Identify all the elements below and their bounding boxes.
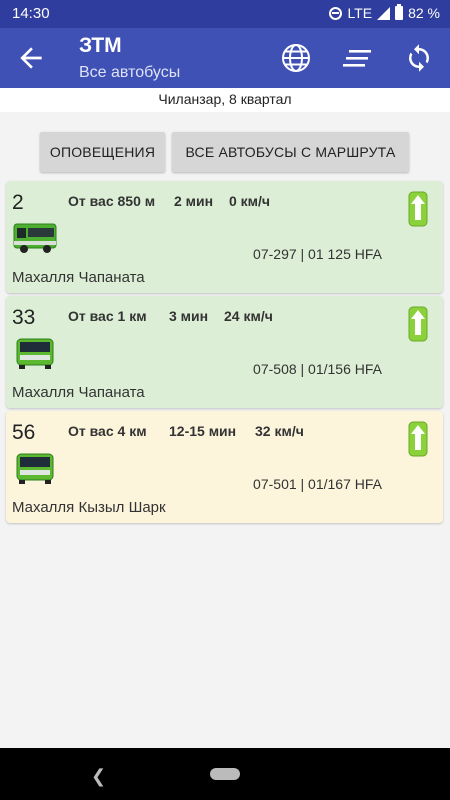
sort-lines-icon: [343, 50, 371, 67]
distance: От вас 850 м: [68, 193, 156, 209]
back-arrow-icon: [20, 47, 42, 69]
direction-bus-arrow-icon: [408, 421, 428, 457]
direction-bus-arrow-icon: [408, 191, 428, 227]
bus-card[interactable]: 56 От вас 4 км 12-15 мин 32 км/ч 07-501 …: [6, 411, 443, 523]
distance: От вас 4 км: [68, 423, 147, 439]
next-stop: Махалля Кызыл Шарк: [12, 499, 166, 516]
refresh-button[interactable]: [401, 40, 437, 76]
globe-icon: [282, 44, 310, 72]
signal-icon: [377, 6, 391, 20]
speed: 32 км/ч: [255, 423, 304, 439]
status-bar: 14:30 LTE 82 %: [0, 0, 450, 28]
bus-icon: [16, 338, 54, 369]
system-nav-bar: ❮: [0, 748, 450, 800]
language-button[interactable]: [278, 40, 314, 76]
vehicle-plate: 07-501 | 01/167 HFA: [253, 476, 382, 492]
vehicle-plate: 07-297 | 01 125 HFA: [253, 246, 382, 262]
nav-back-icon[interactable]: ❮: [91, 766, 106, 787]
speed: 24 км/ч: [224, 308, 273, 324]
all-route-buses-button[interactable]: ВСЕ АВТОБУСЫ С МАРШРУТА: [172, 132, 409, 172]
next-stop: Махалля Чапаната: [12, 384, 145, 401]
bus-icon: [16, 453, 54, 484]
direction-bus-arrow-icon: [408, 306, 428, 342]
do-not-disturb-icon: [329, 6, 343, 20]
distance: От вас 1 км: [68, 308, 147, 324]
app-title: ЗТМ: [79, 34, 122, 57]
next-stop: Махалля Чапаната: [12, 269, 145, 286]
eta: 12-15 мин: [169, 423, 237, 439]
app-subtitle: Все автобусы: [79, 64, 181, 81]
route-number: 56: [12, 421, 36, 444]
bus-icon: [13, 223, 57, 253]
eta: 2 мин: [174, 193, 214, 209]
nav-home-icon[interactable]: [210, 768, 240, 780]
speed: 0 км/ч: [229, 193, 271, 209]
sort-button[interactable]: [340, 40, 376, 76]
alerts-button[interactable]: ОПОВЕЩЕНИЯ: [40, 132, 165, 172]
eta: 3 мин: [169, 308, 209, 324]
bus-card[interactable]: 2 От вас 850 м 2 мин 0 км/ч 07-297 | 01 …: [6, 181, 443, 293]
route-number: 2: [12, 191, 24, 214]
app-bar: ЗТМ Все автобусы: [0, 28, 450, 88]
clock: 14:30: [12, 5, 50, 22]
battery-level: 82 %: [408, 5, 440, 21]
back-button[interactable]: [14, 42, 48, 74]
vehicle-plate: 07-508 | 01/156 HFA: [253, 361, 382, 377]
bus-card[interactable]: 33 От вас 1 км 3 мин 24 км/ч 07-508 | 01…: [6, 296, 443, 408]
refresh-icon: [409, 44, 429, 72]
route-number: 33: [12, 306, 36, 329]
current-location: Чиланзар, 8 квартал: [0, 88, 450, 112]
network-label: LTE: [347, 5, 373, 21]
battery-icon: [395, 4, 404, 20]
